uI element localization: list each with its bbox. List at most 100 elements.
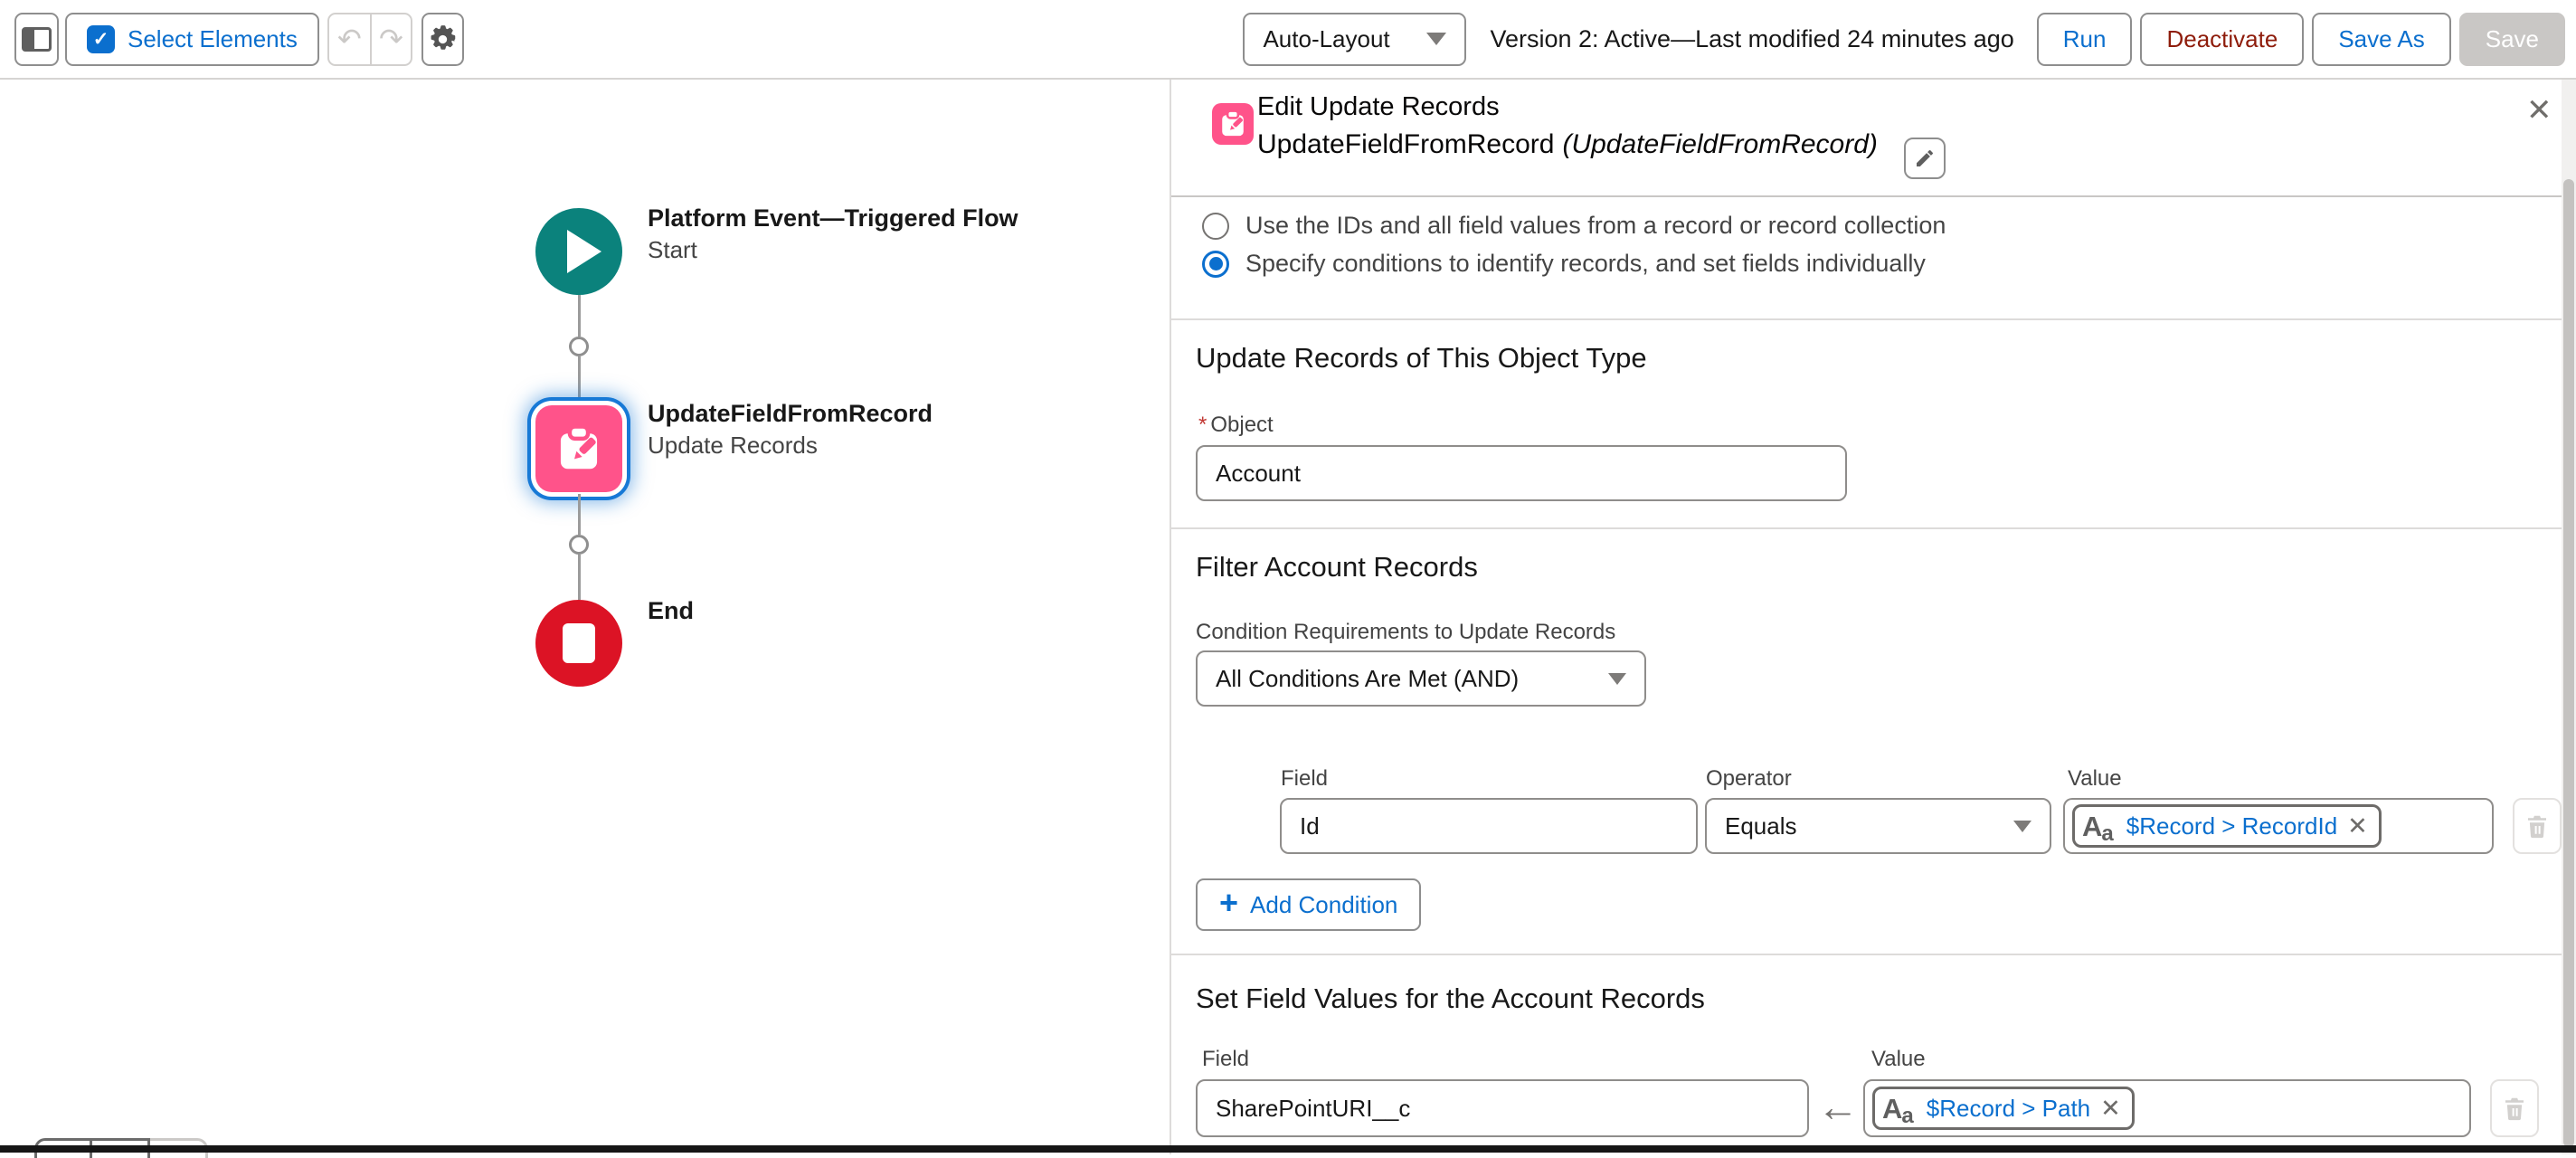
object-section-heading: Update Records of This Object Type (1196, 342, 1647, 375)
save-as-button[interactable]: Save As (2312, 13, 2450, 66)
condition-operator-value: Equals (1725, 812, 1797, 840)
set-field-value: SharePointURI__c (1216, 1095, 1410, 1123)
remove-pill-icon[interactable]: ✕ (2100, 1096, 2121, 1121)
plus-icon: + (1219, 887, 1238, 919)
text-data-type-icon: Aa (1882, 1095, 1917, 1123)
run-button[interactable]: Run (2037, 13, 2133, 66)
end-node[interactable] (535, 600, 622, 687)
undo-button[interactable]: ↶ (329, 14, 370, 64)
flow-canvas[interactable]: Platform Event—Triggered Flow Start Upda… (0, 80, 1170, 1154)
text-data-type-icon: Aa (2082, 812, 2117, 840)
condition-requirements-select[interactable]: All Conditions Are Met (AND) (1196, 650, 1646, 707)
add-condition-button[interactable]: + Add Condition (1196, 878, 1421, 931)
layout-select[interactable]: Auto-Layout (1243, 13, 1466, 66)
chevron-down-icon (2013, 821, 2031, 832)
api-name-paren: (UpdateFieldFromRecord) (1562, 129, 1877, 160)
radio-option-ids-label: Use the IDs and all field values from a … (1245, 212, 1946, 240)
edit-update-records-panel: Edit Update Records UpdateFieldFromRecor… (1170, 80, 2562, 1154)
object-input-value: Account (1216, 460, 1301, 488)
condition-requirements-label: Condition Requirements to Update Records (1196, 620, 1615, 645)
play-icon (567, 230, 601, 273)
select-elements-button[interactable]: ✓ Select Elements (65, 13, 319, 66)
radio-option-conditions[interactable]: Specify conditions to identify records, … (1202, 250, 1926, 278)
radio-selected-icon[interactable] (1202, 251, 1229, 278)
bottom-edge-bar (0, 1145, 2576, 1153)
object-field-label: *Object (1198, 413, 1274, 438)
edit-label-button[interactable] (1904, 138, 1946, 179)
radio-unselected-icon[interactable] (1202, 213, 1229, 240)
start-node-subtitle: Start (648, 236, 697, 264)
redo-icon: ↷ (379, 22, 403, 56)
condition-operator-select[interactable]: Equals (1705, 798, 2051, 854)
layout-select-value: Auto-Layout (1263, 25, 1389, 53)
section-divider (1171, 954, 2563, 955)
update-records-node[interactable] (535, 405, 622, 492)
select-elements-icon: ✓ (87, 25, 115, 53)
add-element-button[interactable] (569, 337, 589, 356)
panel-toggle-icon (22, 27, 52, 52)
chevron-down-icon (1608, 673, 1626, 685)
add-condition-label: Add Condition (1250, 891, 1397, 919)
condition-requirements-value: All Conditions Are Met (AND) (1216, 665, 1519, 693)
panel-title: Edit Update Records (1257, 92, 1500, 122)
delete-field-value-button[interactable] (2490, 1079, 2539, 1137)
save-button[interactable]: Save (2459, 13, 2565, 66)
toolbar-right: Auto-Layout Version 2: Active—Last modif… (1243, 13, 2565, 66)
set-value-label: Value (1871, 1047, 1926, 1072)
section-divider (1171, 527, 2563, 529)
update-node-title: UpdateFieldFromRecord (648, 400, 933, 428)
set-values-heading: Set Field Values for the Account Records (1196, 982, 1705, 1015)
toggle-toolbox-button[interactable] (14, 13, 59, 66)
section-divider (1171, 318, 2563, 320)
set-value-input[interactable]: Aa $Record > Path ✕ (1863, 1079, 2471, 1137)
gear-icon (428, 24, 458, 54)
connector-line (578, 555, 581, 600)
panel-api-name: UpdateFieldFromRecord (UpdateFieldFromRe… (1257, 129, 1878, 160)
update-node-subtitle: Update Records (648, 432, 818, 460)
delete-condition-button[interactable] (2513, 798, 2562, 854)
assignment-arrow-icon: ← (1817, 1082, 1859, 1131)
set-value-pill-text: $Record > Path (1927, 1095, 2090, 1123)
add-element-button[interactable] (569, 535, 589, 555)
chevron-down-icon (1426, 33, 1446, 45)
end-node-label: End (648, 597, 694, 625)
version-status-text: Version 2: Active—Last modified 24 minut… (1490, 25, 2013, 53)
clipboard-pencil-icon (553, 422, 605, 475)
start-node-title: Platform Event—Triggered Flow (648, 204, 1018, 233)
select-elements-label: Select Elements (128, 25, 298, 53)
trash-icon (2524, 812, 2551, 840)
trash-icon (2501, 1095, 2528, 1122)
set-field-input[interactable]: SharePointURI__c (1196, 1079, 1809, 1137)
filter-section-heading: Filter Account Records (1196, 551, 1478, 584)
stop-icon (563, 623, 595, 663)
remove-pill-icon[interactable]: ✕ (2347, 814, 2368, 839)
condition-value-label: Value (2068, 766, 2122, 792)
condition-field-label: Field (1281, 766, 1328, 792)
connector-line (578, 356, 581, 405)
radio-option-conditions-label: Specify conditions to identify records, … (1245, 250, 1926, 278)
close-icon[interactable]: ✕ (2526, 92, 2552, 128)
connector-line (578, 494, 581, 535)
condition-field-value: Id (1300, 812, 1320, 840)
api-name-text: UpdateFieldFromRecord (1257, 129, 1554, 160)
undo-icon: ↶ (337, 22, 362, 56)
radio-option-ids[interactable]: Use the IDs and all field values from a … (1202, 212, 1946, 240)
connector-line (578, 295, 581, 337)
condition-field-input[interactable]: Id (1280, 798, 1698, 854)
update-records-icon (1212, 103, 1254, 145)
toolbar: ✓ Select Elements ↶ ↷ Auto-Layout Versio… (0, 0, 2576, 80)
redo-button[interactable]: ↷ (370, 14, 411, 64)
set-field-label: Field (1202, 1047, 1249, 1072)
panel-header: Edit Update Records UpdateFieldFromRecor… (1171, 80, 2562, 197)
condition-value-pill[interactable]: Aa $Record > RecordId ✕ (2072, 804, 2382, 848)
deactivate-button[interactable]: Deactivate (2140, 13, 2304, 66)
set-value-pill[interactable]: Aa $Record > Path ✕ (1872, 1087, 2135, 1130)
object-input[interactable]: Account (1196, 445, 1847, 501)
condition-value-input[interactable]: Aa $Record > RecordId ✕ (2063, 798, 2494, 854)
condition-operator-label: Operator (1706, 766, 1792, 792)
panel-scrollbar-thumb[interactable] (2563, 179, 2574, 1147)
flow-settings-button[interactable] (421, 13, 464, 66)
undo-redo-group: ↶ ↷ (327, 13, 412, 66)
start-node[interactable] (535, 208, 622, 295)
required-asterisk: * (1198, 413, 1207, 437)
